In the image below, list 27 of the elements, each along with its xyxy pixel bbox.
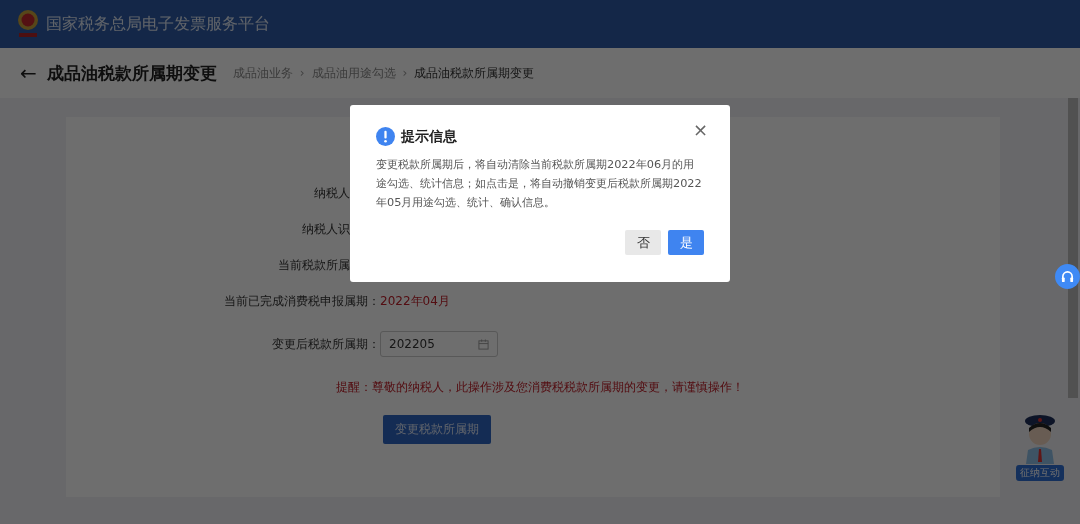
dialog-message: 变更税款所属期后，将自动清除当前税款所属期2022年06月的用途勾选、统计信息；如点击是，将自动撤销变更后税款所属期2022年05月用途勾选、统计、确认信息。 [376,157,703,211]
platform-title: 国家税务总局电子发票服务平台 [46,13,270,35]
assistant-label[interactable]: 征纳互动 [1016,465,1064,481]
breadcrumb-separator: › [402,66,408,80]
scrollbar[interactable] [1068,98,1078,398]
calendar-icon [478,338,489,350]
warning-text: 提醒：尊敬的纳税人，此操作涉及您消费税税款所属期的变更，请谨慎操作！ [336,378,744,396]
close-button[interactable]: × [690,121,710,139]
breadcrumb-item: 成品油税款所属期变更 [414,64,535,82]
field-label: 当前已完成消费税申报属期： [223,292,380,310]
emblem-icon [16,9,40,39]
headset-button[interactable] [1055,264,1080,289]
confirm-button[interactable]: 是 [668,230,704,255]
headset-icon [1061,270,1074,283]
field-label: 变更后税款所属期： [271,335,380,353]
field-label: 纳税人识 [301,220,350,238]
back-arrow[interactable]: ← [20,61,37,85]
field-label: 当前税款所属 [277,256,350,274]
dialog-title: 提示信息 [401,127,457,146]
field-value: 2022年04月 [380,292,450,310]
breadcrumb-separator: › [299,66,305,80]
cancel-button[interactable]: 否 [625,230,661,255]
field-label: 纳税人 [313,184,350,202]
info-icon [376,127,395,146]
page-title: 成品油税款所属期变更 [46,61,217,85]
change-period-button[interactable]: 变更税款所属期 [383,415,491,444]
date-field[interactable]: 202205 [380,331,498,357]
